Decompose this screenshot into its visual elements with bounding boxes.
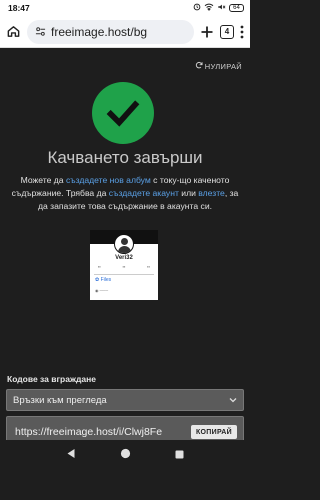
- alarm-icon: [193, 3, 201, 13]
- thumbnail-files-label: ✿ Files: [95, 277, 112, 283]
- wifi-icon: [204, 3, 214, 13]
- url-field[interactable]: freeimage.host/bg: [27, 19, 194, 44]
- thumbnail-stats: ▪▪ ▪▪ ▪▪: [98, 264, 150, 269]
- thumbnail-divider: [94, 274, 154, 275]
- upload-complete-panel: НУЛИРАЙ Качването завърши Можете да създ…: [0, 48, 250, 470]
- stat-dot: ▪▪: [98, 264, 101, 269]
- back-icon[interactable]: [66, 446, 76, 464]
- url-text: freeimage.host/bg: [51, 24, 148, 39]
- status-bar: 18:47 64: [0, 0, 250, 16]
- stat-dot: ▪▪: [147, 264, 150, 269]
- more-menu-icon[interactable]: [240, 25, 244, 39]
- files-label: Files: [100, 277, 112, 283]
- create-account-link[interactable]: създадете акаунт: [109, 188, 179, 198]
- stat-dot: ▪▪: [122, 264, 126, 269]
- login-link[interactable]: влезте: [198, 188, 225, 198]
- reset-label: НУЛИРАЙ: [204, 61, 242, 71]
- home-icon[interactable]: [6, 24, 21, 39]
- recents-icon[interactable]: [175, 446, 184, 464]
- browser-toolbar: freeimage.host/bg 4: [0, 16, 250, 48]
- desc-text-1: Можете да: [20, 175, 66, 185]
- thumbnail-footer: ◉ ───: [95, 288, 109, 293]
- create-album-link[interactable]: създадете нов албум: [66, 175, 151, 185]
- site-settings-icon[interactable]: [35, 26, 46, 37]
- avatar: [114, 234, 134, 254]
- tab-switcher-button[interactable]: 4: [220, 24, 234, 39]
- chevron-down-icon: [229, 395, 237, 406]
- status-time: 18:47: [8, 3, 30, 13]
- avatar-head: [121, 238, 128, 245]
- system-nav-bar: [0, 440, 250, 470]
- copy-button[interactable]: КОПИРАЙ: [190, 425, 237, 439]
- uploaded-image-thumbnail[interactable]: Veri32 ▪▪ ▪▪ ▪▪ ✿ Files ◉ ───: [90, 230, 158, 300]
- thumbnail-username: Veri32: [115, 255, 133, 261]
- page-title: Качването завърши: [47, 148, 203, 167]
- status-icons: 64: [193, 3, 244, 13]
- mute-icon: [217, 3, 226, 13]
- embed-type-value: Връзки към прегледа: [13, 394, 107, 406]
- desc-text-3: или: [178, 188, 199, 198]
- avatar-body: [117, 246, 131, 253]
- embed-type-select[interactable]: Връзки към прегледа: [6, 389, 244, 411]
- new-tab-icon[interactable]: [200, 25, 214, 39]
- battery-icon: 64: [229, 4, 244, 12]
- embed-codes-label: Кодове за вграждане: [7, 374, 96, 384]
- upload-description: Можете да създадете нов албум с току-що …: [10, 174, 240, 213]
- home-nav-icon[interactable]: [120, 446, 131, 464]
- refresh-icon: [195, 61, 203, 71]
- success-check-icon: [92, 82, 154, 144]
- reset-button[interactable]: НУЛИРАЙ: [195, 61, 242, 71]
- embed-code-value: https://freeimage.host/i/Clwj8Fe: [15, 426, 163, 438]
